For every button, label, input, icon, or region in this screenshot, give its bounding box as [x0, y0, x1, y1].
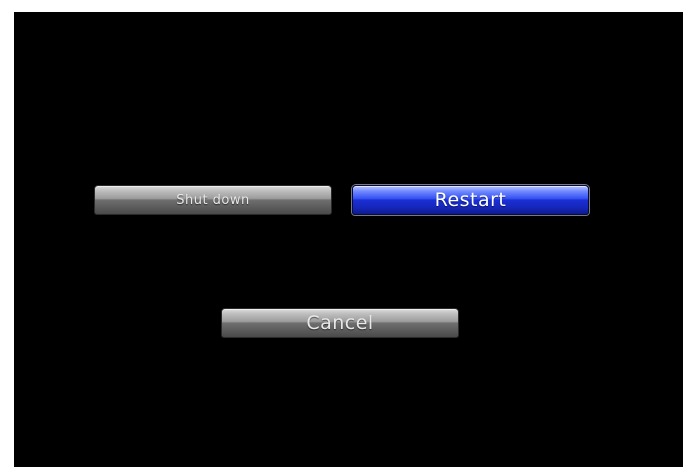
shut-down-button[interactable]: Shut down — [94, 185, 332, 215]
restart-button[interactable]: Restart — [352, 185, 589, 215]
cancel-button[interactable]: Cancel — [221, 308, 459, 338]
shutdown-dialog: Shut down Restart Cancel — [14, 12, 683, 467]
